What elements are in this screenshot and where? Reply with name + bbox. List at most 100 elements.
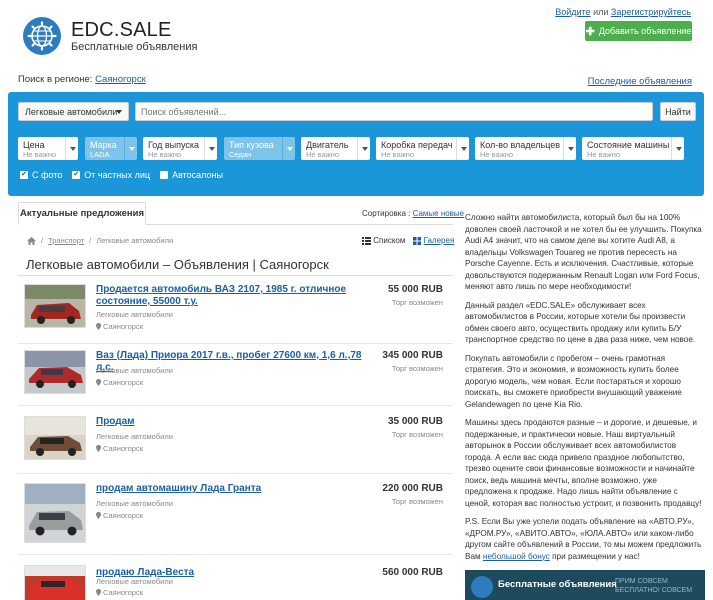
listing-negotiable: Торг возможен [391, 298, 443, 307]
login-link[interactable]: Войдите [555, 7, 590, 17]
search-button[interactable]: Найти [660, 102, 696, 121]
breadcrumb-sep: / [89, 236, 92, 245]
region-city-link[interactable]: Саяногорск [95, 74, 146, 85]
tab-actual-offers[interactable]: Актуальные предложения [18, 202, 146, 225]
region-selector: Поиск в регионе: Саяногорск [18, 74, 146, 85]
filter-label: Тип кузова [229, 140, 274, 150]
filter-label: Коробка передач [381, 140, 453, 150]
chevron-down-icon [456, 137, 469, 160]
listing-thumbnail[interactable] [24, 416, 86, 460]
filter-transmission[interactable]: Коробка передач Не важно [376, 137, 469, 160]
listing-price: 35 000 RUB [387, 416, 443, 427]
bonus-link[interactable]: небольшой бонус [483, 552, 550, 561]
listing-thumbnail[interactable] [24, 565, 86, 600]
seo-ps-end: при размещении у нас! [549, 551, 640, 561]
listing-location: Саяногорск [96, 588, 143, 597]
listing-thumbnail[interactable] [24, 483, 86, 543]
add-listing-label: Добавить объявление [598, 26, 692, 36]
banner-subtitle: ПРИМ СОВСЕМ БЕСПЛАТНО! СОВСЕМ [615, 578, 693, 594]
globe-icon [27, 21, 57, 51]
checkbox-checked-icon: ✔ [72, 171, 81, 179]
site-logo[interactable] [23, 17, 61, 55]
list-item[interactable]: Продам Легковые автомобили Саяногорск 35… [18, 416, 453, 474]
page-title: Легковые автомобили – Объявления | Саяно… [26, 257, 329, 272]
chevron-down-icon [563, 137, 576, 160]
filter-label: Состояние машины [587, 140, 670, 150]
listing-price: 345 000 RUB [382, 350, 443, 361]
filter-year[interactable]: Год выпуска Не важно [143, 137, 217, 160]
location-pin-icon [96, 512, 101, 519]
register-link[interactable]: Зарегистрируйтесь [611, 7, 691, 17]
listing-thumbnail[interactable] [24, 284, 86, 328]
breadcrumb-current: Легковые автомобили [96, 236, 174, 245]
view-gallery[interactable]: Галерея [413, 236, 454, 245]
promo-banner[interactable]: Бесплатные объявления ПРИМ СОВСЕМ БЕСПЛА… [465, 570, 705, 600]
listing-title[interactable]: Продам [96, 416, 366, 428]
view-gallery-label: Галерея [423, 236, 455, 245]
latest-listings-link[interactable]: Последние объявления [588, 76, 692, 87]
checkbox-with-photo[interactable]: ✔ С фото [20, 170, 62, 180]
filter-label: Кол-во владельцев [480, 140, 561, 150]
search-input[interactable] [135, 102, 653, 121]
chevron-down-icon [282, 137, 295, 160]
listing-divider [18, 554, 453, 555]
listing-location: Саяногорск [96, 511, 143, 520]
filter-value: Не важно [148, 150, 182, 159]
listing-category: Легковые автомобили [96, 499, 173, 508]
listing-price: 560 000 RUB [382, 567, 443, 578]
list-item[interactable]: Продается автомобиль ВАЗ 2107, 1985 г. о… [18, 284, 453, 344]
location-pin-icon [96, 379, 101, 386]
seo-text: Сложно найти автомобилиста, который был … [465, 212, 705, 569]
checkbox-private-sellers[interactable]: ✔ От частных лиц [72, 170, 150, 180]
chevron-down-icon [357, 137, 370, 160]
listing-location-text: Саяногорск [103, 444, 143, 453]
chevron-down-icon [116, 110, 122, 114]
list-item[interactable]: продам автомашину Лада Гранта Легковые а… [18, 483, 453, 555]
filter-body-type[interactable]: Тип кузова Седан [224, 137, 295, 160]
grid-icon [413, 236, 422, 245]
view-list[interactable]: Списком [362, 236, 405, 245]
listing-category: Легковые автомобили [96, 366, 173, 375]
sort-value-link[interactable]: Самые новые [413, 209, 465, 218]
checkbox-label: Автосалоны [172, 170, 223, 180]
filter-price[interactable]: Цена Не важно [18, 137, 78, 160]
filter-label: Год выпуска [148, 140, 199, 150]
filter-brand[interactable]: Марка LADA [85, 137, 137, 160]
list-item[interactable]: продаю Лада-Веста Легковые автомобили Са… [18, 565, 453, 600]
breadcrumb-transport[interactable]: Транспорт [48, 236, 84, 245]
add-listing-button[interactable]: ✚ Добавить объявление [585, 21, 692, 41]
home-icon[interactable] [27, 236, 36, 245]
seo-paragraph: P.S. Если Вы уже успели подать объявлени… [465, 516, 705, 562]
category-select-value: Легковые автомобили [25, 107, 118, 117]
location-pin-icon [96, 323, 101, 330]
breadcrumb: / Транспорт / Легковые автомобили [27, 236, 173, 245]
chevron-down-icon [65, 137, 78, 160]
filter-condition[interactable]: Состояние машины Не важно [582, 137, 684, 160]
listing-location: Саяногорск [96, 378, 143, 387]
listing-divider [18, 405, 453, 406]
listing-category: Легковые автомобили [96, 310, 173, 319]
site-tagline: Бесплатные объявления [71, 41, 198, 53]
filter-owners[interactable]: Кол-во владельцев Не важно [475, 137, 576, 160]
listing-negotiable: Торг возможен [391, 430, 443, 439]
listing-location-text: Саяногорск [103, 511, 143, 520]
checkbox-label: С фото [32, 170, 63, 180]
listing-title[interactable]: Продается автомобиль ВАЗ 2107, 1985 г. о… [96, 284, 366, 308]
filter-engine[interactable]: Двигатель Не важно [301, 137, 370, 160]
chevron-down-icon [204, 137, 217, 160]
category-select[interactable]: Легковые автомобили [18, 102, 129, 121]
listing-category: Легковые автомобили [96, 577, 173, 586]
checkbox-dealers[interactable]: Автосалоны [160, 170, 223, 180]
location-pin-icon [96, 589, 101, 596]
seo-paragraph: Машины здесь продаются разные – и дороги… [465, 418, 702, 508]
search-panel: Легковые автомобили Найти Цена Не важно … [8, 92, 704, 196]
listing-negotiable: Торг возможен [391, 497, 443, 506]
filter-value: Седан [229, 150, 252, 159]
site-brand[interactable]: EDC.SALE [71, 19, 172, 42]
listing-divider [18, 473, 453, 474]
sort-label: Сортировка : [362, 209, 413, 218]
list-item[interactable]: Ваз (Лада) Приора 2017 г.в., пробег 2760… [18, 350, 453, 406]
listing-location-text: Саяногорск [103, 322, 143, 331]
listing-title[interactable]: продам автомашину Лада Гранта [96, 483, 366, 495]
listing-thumbnail[interactable] [24, 350, 86, 394]
